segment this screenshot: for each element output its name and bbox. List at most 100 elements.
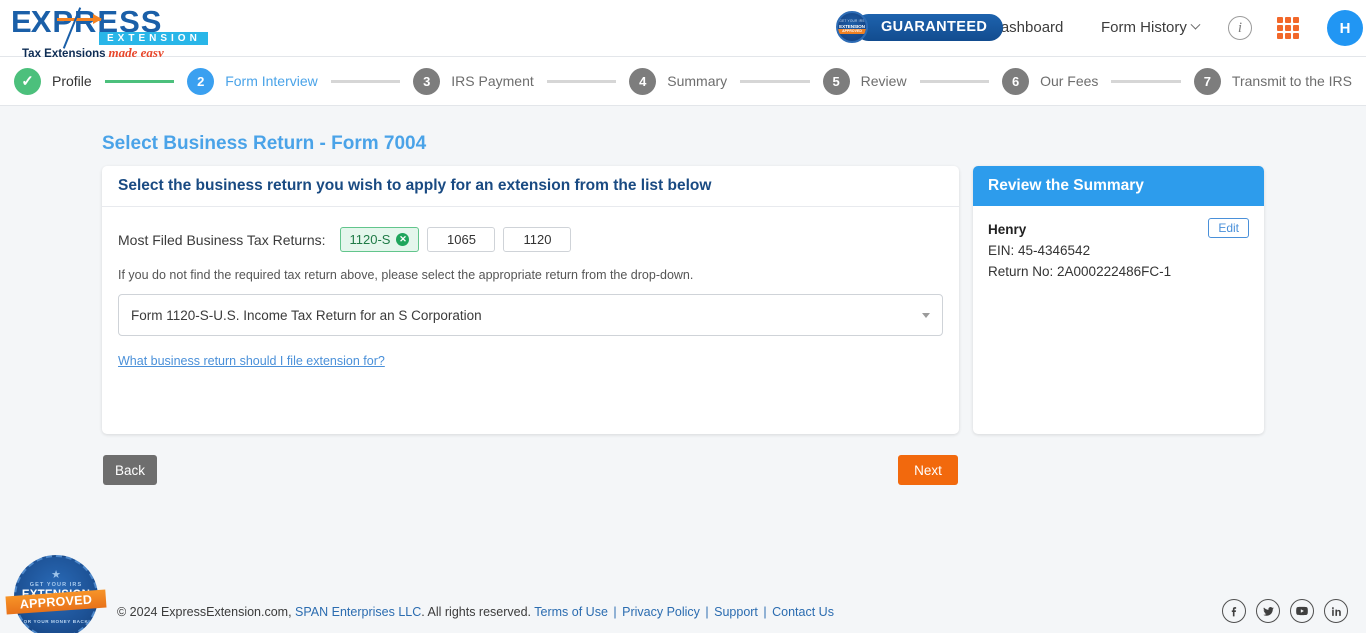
- badge-top-text: GET YOUR IRS: [29, 582, 83, 588]
- user-avatar[interactable]: H: [1327, 10, 1363, 46]
- step-circle: 4: [629, 67, 657, 95]
- footer-link-support[interactable]: Support: [714, 605, 758, 619]
- return-pill-1120-s[interactable]: 1120-S ✕: [339, 227, 420, 252]
- facebook-icon[interactable]: [1222, 599, 1246, 623]
- guaranteed-badge: GET YOUR IRS EXTENSION APPROVED GUARANTE…: [836, 11, 1004, 43]
- guaranteed-seal-icon: GET YOUR IRS EXTENSION APPROVED: [836, 11, 868, 43]
- footer-link-privacy[interactable]: Privacy Policy: [622, 605, 700, 619]
- footer-sep: |: [759, 605, 771, 619]
- grid-dot: [1277, 25, 1283, 31]
- top-header: E XPRESS EXTENSION Tax Extensionsmade ea…: [0, 0, 1366, 60]
- most-filed-returns-row: Most Filed Business Tax Returns: 1120-S ✕…: [118, 227, 943, 252]
- step-connector: [104, 79, 175, 83]
- badge-bottom-text: OR YOUR MONEY BACK: [23, 619, 89, 624]
- logo-extension-bar: EXTENSION: [99, 32, 208, 45]
- footer-link-terms[interactable]: Terms of Use: [534, 605, 608, 619]
- step-connector: [330, 79, 401, 83]
- grid-dot: [1293, 25, 1299, 31]
- summary-ein: EIN: 45-4346542: [988, 243, 1091, 258]
- nav-form-history-label: Form History: [1101, 19, 1187, 36]
- step-irs-payment[interactable]: 3 IRS Payment: [413, 67, 534, 95]
- step-form-interview[interactable]: 2 Form Interview: [187, 67, 318, 95]
- card-body: Most Filed Business Tax Returns: 1120-S ✕…: [102, 207, 959, 370]
- footer-copyright: © 2024 ExpressExtension.com, SPAN Enterp…: [117, 605, 834, 619]
- step-circle: 2: [187, 67, 215, 95]
- next-button[interactable]: Next: [898, 455, 958, 485]
- grid-dot: [1293, 17, 1299, 23]
- step-connector: [740, 79, 810, 83]
- step-transmit-to-the-irs[interactable]: 7 Transmit to the IRS: [1193, 67, 1352, 95]
- footer-sep: |: [701, 605, 713, 619]
- step-label: Profile: [52, 73, 92, 89]
- return-pill-group: 1120-S ✕ 1065 1120: [339, 227, 580, 252]
- step-connector: [919, 79, 990, 83]
- review-summary-card: Review the Summary Edit Henry EIN: 45-43…: [973, 166, 1264, 434]
- step-profile[interactable]: ✓ Profile: [14, 67, 92, 95]
- step-circle: 5: [822, 67, 850, 95]
- return-pill-label: 1120-S: [349, 232, 391, 247]
- progress-stepper: ✓ Profile 2 Form Interview 3 IRS Payment 4 Summ…: [0, 57, 1366, 106]
- select-return-card: Select the business return you wish to a…: [102, 166, 959, 434]
- step-label: Transmit to the IRS: [1231, 73, 1352, 89]
- footer-rights-text: . All rights reserved.: [421, 605, 535, 619]
- step-connector: [1111, 79, 1181, 83]
- step-label: Summary: [667, 73, 728, 89]
- page-footer: ★ GET YOUR IRS EXTENSION OR YOUR MONEY B…: [0, 555, 1366, 633]
- app-page: E XPRESS EXTENSION Tax Extensionsmade ea…: [0, 0, 1366, 633]
- business-return-select[interactable]: Form 1120-S-U.S. Income Tax Return for a…: [118, 294, 943, 336]
- guaranteed-label: GUARANTEED: [855, 13, 1004, 41]
- step-connector: [546, 79, 617, 83]
- summary-title: Review the Summary: [973, 166, 1264, 206]
- footer-link-contact[interactable]: Contact Us: [772, 605, 834, 619]
- back-button[interactable]: Back: [103, 455, 157, 485]
- return-pill-1065[interactable]: 1065: [427, 227, 496, 252]
- footer-copyright-prefix: © 2024 ExpressExtension.com,: [117, 605, 296, 619]
- return-pill-label: 1120: [523, 232, 552, 247]
- twitter-icon[interactable]: [1256, 599, 1280, 623]
- page-title: Select Business Return - Form 7004: [102, 133, 427, 154]
- step-label: Our Fees: [1040, 73, 1099, 89]
- summary-body: Edit Henry EIN: 45-4346542 Return No: 2A…: [973, 206, 1264, 279]
- step-label: IRS Payment: [451, 73, 534, 89]
- nav-form-history[interactable]: Form History: [1101, 19, 1201, 36]
- grid-dot: [1277, 33, 1283, 39]
- step-circle: 6: [1002, 67, 1030, 95]
- step-review[interactable]: 5 Review: [822, 67, 907, 95]
- dropdown-hint: If you do not find the required tax retu…: [118, 268, 694, 282]
- return-pill-1120[interactable]: 1120: [503, 227, 572, 252]
- help-link-which-return[interactable]: What business return should I file exten…: [118, 354, 385, 368]
- grid-dot: [1285, 25, 1291, 31]
- linkedin-icon[interactable]: [1324, 599, 1348, 623]
- logo-letter-e: E: [11, 4, 32, 39]
- edit-button[interactable]: Edit: [1208, 218, 1249, 238]
- return-pill-label: 1065: [447, 232, 476, 247]
- remove-selection-icon[interactable]: ✕: [396, 233, 410, 246]
- step-circle: ✓: [14, 67, 41, 95]
- step-our-fees[interactable]: 6 Our Fees: [1002, 67, 1099, 95]
- footer-link-company[interactable]: SPAN Enterprises LLC: [295, 605, 421, 619]
- logo-arrow-icon: [57, 14, 102, 24]
- business-return-select-value: Form 1120-S-U.S. Income Tax Return for a…: [131, 307, 482, 323]
- chevron-down-icon: [1190, 19, 1201, 30]
- most-filed-returns-label: Most Filed Business Tax Returns:: [118, 231, 326, 248]
- badge-star-icon: ★: [51, 569, 61, 581]
- express-extension-logo[interactable]: E XPRESS EXTENSION Tax Extensionsmade ea…: [11, 4, 281, 60]
- info-icon[interactable]: i: [1228, 16, 1252, 40]
- step-circle: 7: [1193, 67, 1221, 95]
- grid-dot: [1293, 33, 1299, 39]
- grid-dot: [1285, 17, 1291, 23]
- step-circle: 3: [413, 67, 441, 95]
- step-label: Review: [860, 73, 907, 89]
- apps-grid-icon[interactable]: [1277, 17, 1299, 39]
- social-links: [1222, 599, 1348, 623]
- grid-dot: [1277, 17, 1283, 23]
- step-label: Form Interview: [225, 73, 318, 89]
- youtube-icon[interactable]: [1290, 599, 1314, 623]
- summary-return-no: Return No: 2A000222486FC-1: [988, 264, 1172, 279]
- step-summary[interactable]: 4 Summary: [629, 67, 728, 95]
- footer-sep: |: [609, 605, 621, 619]
- grid-dot: [1285, 33, 1291, 39]
- select-caret-icon: [922, 313, 930, 318]
- card-heading: Select the business return you wish to a…: [102, 166, 959, 207]
- irs-approved-badge: ★ GET YOUR IRS EXTENSION OR YOUR MONEY B…: [5, 549, 107, 633]
